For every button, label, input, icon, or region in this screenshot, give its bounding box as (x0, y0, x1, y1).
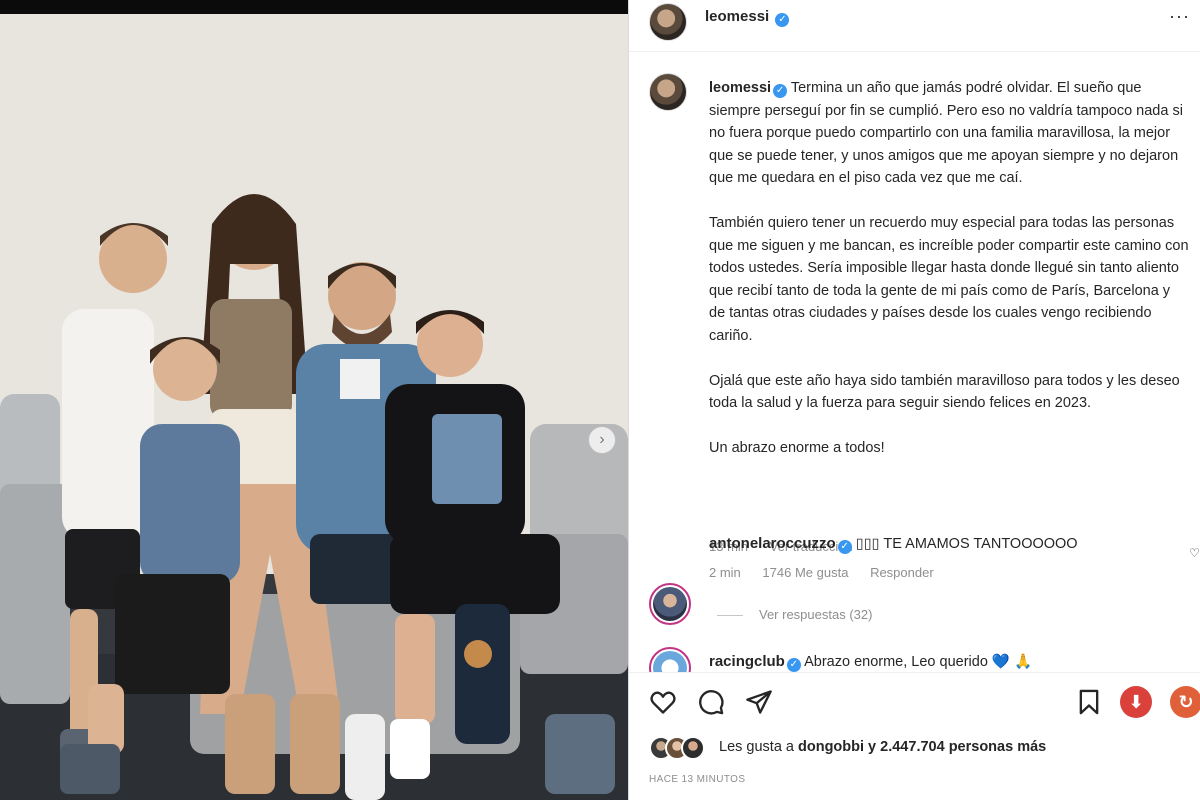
download-alt-icon[interactable]: ↻ (1170, 686, 1200, 718)
comment-avatar-racing[interactable] (649, 647, 691, 673)
caption-avatar[interactable] (649, 73, 687, 111)
post-side-panel: leomessi ✓ ··· leomessi ✓ Termina un año … (629, 0, 1200, 800)
comment-1-meta: 2 min 1746 Me gusta Responder (709, 565, 952, 580)
comments-scroll-area[interactable]: leomessi ✓ Termina un año que jamás podré… (629, 53, 1200, 673)
caption-paragraph-1: leomessi ✓ Termina un año que jamás podré… (709, 77, 1189, 190)
share-icon[interactable] (745, 688, 773, 716)
caption-username[interactable]: leomessi (709, 80, 771, 96)
bookmark-icon[interactable] (1075, 688, 1103, 716)
carousel-next-button[interactable]: › (588, 426, 616, 454)
header-avatar[interactable] (649, 3, 687, 41)
post-timestamp: HACE 13 MINUTOS (649, 774, 746, 785)
caption-paragraph-2: También quiero tener un recuerdo muy esp… (709, 214, 1189, 344)
comment-avatar-antonela[interactable] (649, 583, 691, 625)
view-replies-text[interactable]: Ver respuestas (32) (759, 607, 872, 622)
post-photo[interactable]: › (0, 14, 628, 800)
replies-line (717, 615, 743, 617)
comment-icon[interactable] (697, 688, 725, 716)
likes-user[interactable]: dongobbi (798, 739, 864, 755)
header-username[interactable]: leomessi ✓ (705, 8, 790, 27)
likes-prefix: Les gusta a (719, 739, 798, 755)
comment-2: racingclub ✓ Abrazo enorme, Leo querido 💙… (709, 653, 1032, 672)
verified-icon: ✓ (837, 540, 852, 554)
comment-1-username[interactable]: antonelaroccuzzo (709, 535, 836, 552)
comment-1-text: ▯▯▯ TE AMAMOS TANTOOOOOO (855, 536, 1078, 552)
verified-icon: ✓ (786, 658, 801, 672)
comment-1-reply[interactable]: Responder (870, 565, 934, 580)
verified-icon: ✓ (773, 84, 788, 98)
actions-divider (629, 672, 1200, 673)
download-icon[interactable]: ⬇ (1120, 686, 1152, 718)
comment-1: antonelaroccuzzo ✓ ▯▯▯ TE AMAMOS TANTOOOO… (709, 535, 1078, 554)
post-caption: leomessi ✓ Termina un año que jamás podré… (709, 77, 1189, 481)
comment-2-username[interactable]: racingclub (709, 653, 785, 670)
likes-suffix[interactable]: y 2.447.704 personas más (864, 739, 1046, 755)
likes-text[interactable]: Les gusta a dongobbi y 2.447.704 persona… (719, 739, 1046, 755)
top-dark-bar (0, 0, 628, 14)
caption-paragraph-3: Ojalá que este año haya sido también mar… (709, 372, 1180, 412)
more-options-icon[interactable]: ··· (1169, 6, 1190, 27)
comment-like-heart-icon[interactable]: ♡ (1189, 546, 1200, 560)
comment-1-time: 2 min (709, 565, 741, 580)
comment-1-likes[interactable]: 1746 Me gusta (762, 565, 848, 580)
post-header: leomessi ✓ ··· (629, 0, 1200, 52)
caption-paragraph-4: Un abrazo enorme a todos! (709, 439, 885, 456)
heart-icon[interactable] (649, 688, 677, 716)
liker-avatar-3 (681, 736, 705, 760)
view-replies-link[interactable]: Ver respuestas (32) (717, 607, 872, 622)
family-photo-illustration (0, 14, 628, 800)
comment-2-text: Abrazo enorme, Leo querido 💙 🙏 (804, 654, 1033, 670)
header-username-text[interactable]: leomessi (705, 8, 769, 25)
verified-icon: ✓ (775, 13, 790, 27)
